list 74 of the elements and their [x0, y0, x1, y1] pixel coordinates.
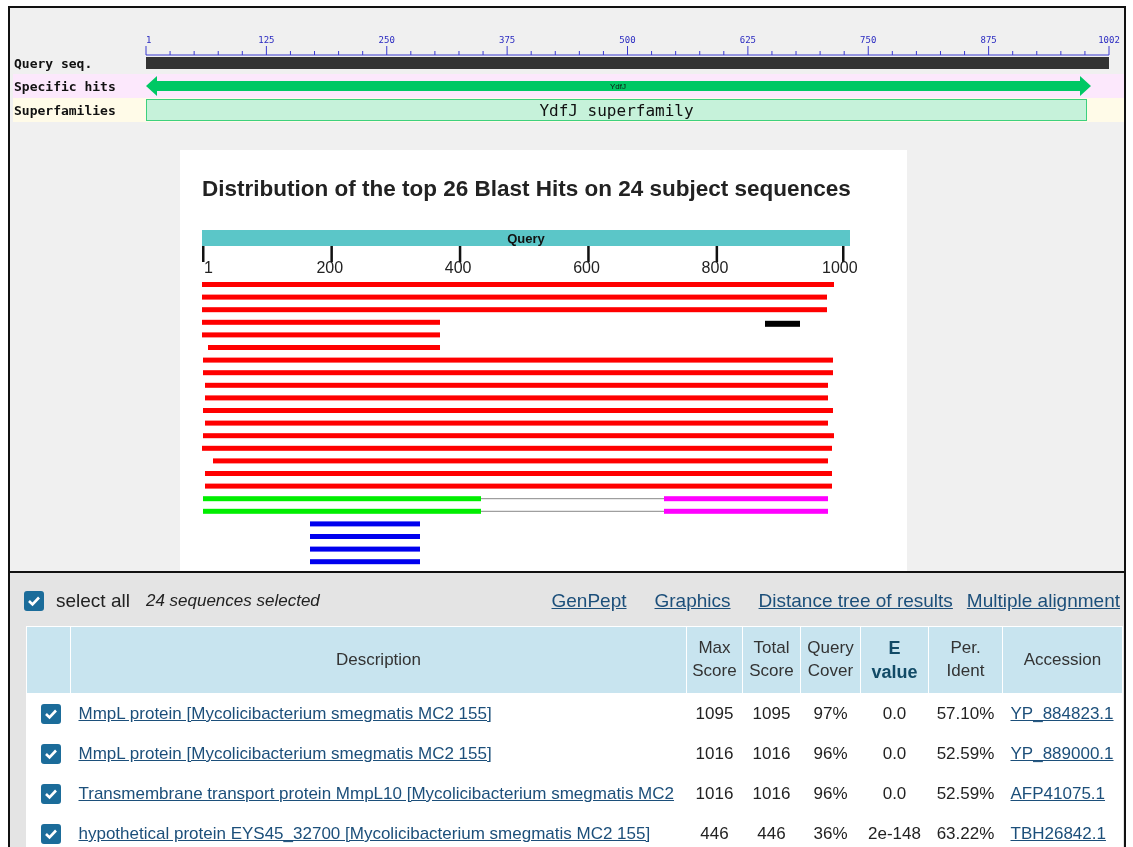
table-cell: 1095: [752, 704, 791, 723]
table-cell: 1016: [752, 744, 791, 763]
check-icon: [43, 707, 58, 720]
row-label: Query seq.: [13, 55, 94, 71]
selection-summary: 24 sequences selected: [145, 591, 320, 611]
row-label: Superfamilies: [13, 102, 117, 118]
query-bar: Query: [202, 230, 850, 246]
row-checkbox[interactable]: [40, 743, 61, 764]
table-cell: 52.59%: [936, 744, 995, 763]
axis-label: 800: [701, 259, 729, 277]
column-header[interactable]: Total Score: [742, 626, 801, 694]
check-icon: [27, 595, 41, 607]
domain-arrow[interactable]: YdfJ: [146, 75, 1091, 97]
toolbar-link[interactable]: Graphics: [654, 590, 731, 612]
table-cell: 96%: [813, 784, 848, 803]
tick-label: 125: [258, 35, 275, 45]
column-header[interactable]: Max Score: [686, 626, 743, 694]
axis-label: 400: [444, 259, 472, 277]
row-checkbox[interactable]: [40, 783, 61, 804]
table-cell: 1095: [695, 704, 734, 723]
table-cell: 96%: [813, 744, 848, 763]
tick-label: 500: [619, 35, 636, 45]
table-cell: 63.22%: [936, 824, 995, 843]
table-cell: 1016: [752, 784, 791, 803]
table-cell: 1016: [695, 744, 734, 763]
description-link[interactable]: MmpL protein [Mycolicibacterium smegmatis MC2 155]: [78, 704, 492, 723]
table-cell: 446: [700, 824, 729, 843]
domain-name: YdfJ: [610, 82, 626, 91]
table-cell: 2e-148: [868, 824, 921, 843]
axis-label: 200: [316, 259, 344, 277]
check-icon: [43, 787, 58, 800]
tick-label: 1: [146, 35, 152, 45]
column-header[interactable]: Per. Ident: [928, 626, 1003, 694]
table-cell: 0.0: [882, 704, 907, 723]
table-cell: 36%: [813, 824, 848, 843]
check-icon: [43, 747, 58, 760]
row-checkbox[interactable]: [40, 703, 61, 724]
axis-label: 1000: [822, 259, 858, 277]
table-cell: 1016: [695, 784, 734, 803]
table-cell: 0.0: [882, 744, 907, 763]
select-all-label: select all: [56, 590, 130, 612]
tick-label: 250: [378, 35, 395, 45]
accession-link[interactable]: TBH26842.1: [1010, 824, 1106, 843]
accession-link[interactable]: AFP41075.1: [1010, 784, 1105, 803]
tick-label: 375: [499, 35, 516, 45]
column-header[interactable]: Query Cover: [800, 626, 861, 694]
accession-link[interactable]: YP_884823.1: [1010, 704, 1114, 723]
accession-link[interactable]: YP_889000.1: [1010, 744, 1114, 763]
column-header[interactable]: Accession: [1002, 626, 1123, 694]
table-cell: 446: [757, 824, 786, 843]
toolbar-link[interactable]: Multiple alignment: [966, 590, 1120, 612]
tick-label: 750: [860, 35, 877, 45]
description-link[interactable]: hypothetical protein EYS45_32700 [Mycolicibacterium smegmatis MC2 155]: [78, 824, 651, 843]
row-checkbox[interactable]: [40, 823, 61, 844]
table-cell: 97%: [813, 704, 848, 723]
superfamily-box[interactable]: YdfJ superfamily: [146, 99, 1087, 121]
column-header[interactable]: E value: [860, 626, 929, 694]
tick-label: 1002: [1098, 35, 1120, 45]
check-icon: [43, 827, 58, 840]
toolbar-link[interactable]: GenPept: [551, 590, 627, 612]
table-cell: 0.0: [882, 784, 907, 803]
table-cell: 57.10%: [936, 704, 995, 723]
axis-label: 1: [204, 259, 213, 277]
tick-label: 875: [980, 35, 997, 45]
description-link[interactable]: Transmembrane transport protein MmpL10 [Mycolicibacterium smegmatis MC2: [78, 784, 674, 803]
description-link[interactable]: MmpL protein [Mycolicibacterium smegmatis MC2 155]: [78, 744, 492, 763]
toolbar-link[interactable]: Distance tree of results: [758, 590, 953, 612]
column-header[interactable]: Description: [70, 626, 687, 694]
select-all-checkbox[interactable]: [24, 591, 44, 611]
axis-label: 600: [573, 259, 600, 277]
tick-label: 625: [739, 35, 756, 45]
table-cell: 52.59%: [936, 784, 995, 803]
chart-title: Distribution of the top 26 Blast Hits on 24 subject sequences: [202, 176, 852, 202]
row-label: Specific hits: [13, 78, 117, 94]
